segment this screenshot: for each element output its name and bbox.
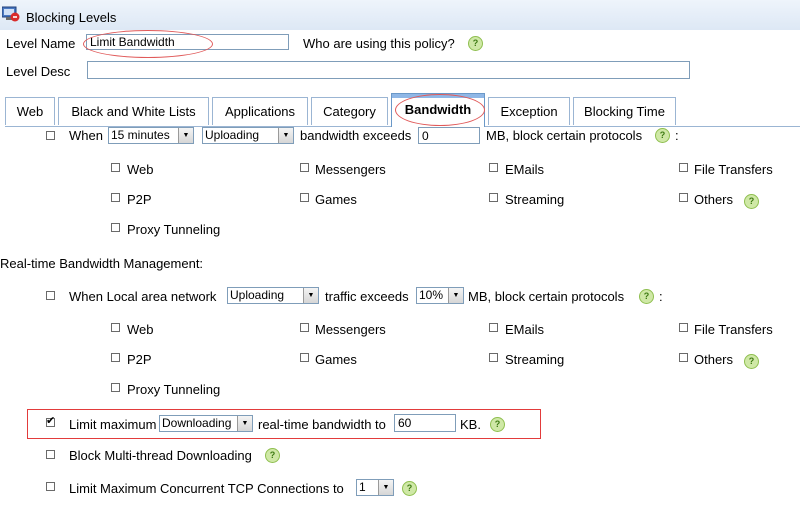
limit-maximum-label: Limit maximum (69, 417, 157, 432)
tcp-connections-select[interactable]: 1 ▼ (356, 479, 394, 496)
protocol-messengers-label: Messengers (315, 162, 386, 177)
kb-unit-label: KB. (460, 417, 481, 432)
rt-protocol-web-label: Web (127, 322, 154, 337)
who-using-label: Who are using this policy? (303, 36, 455, 51)
total-amount-input[interactable] (418, 127, 480, 144)
realtime-direction-value: Uploading (230, 288, 285, 302)
highlight-oval-bandwidth-tab (395, 94, 485, 126)
help-icon[interactable]: ? (744, 354, 759, 369)
dropdown-arrow-icon: ▼ (178, 128, 193, 143)
rt-protocol-p2p-label: P2P (127, 352, 152, 367)
period-select[interactable]: 15 minutes ▼ (108, 127, 194, 144)
traffic-exceeds-label: traffic exceeds (325, 289, 409, 304)
tab-exception[interactable]: Exception (488, 97, 570, 125)
checkbox-messengers[interactable] (300, 163, 309, 172)
realtime-direction-select[interactable]: Uploading ▼ (227, 287, 319, 304)
protocol-emails-label: EMails (505, 162, 545, 177)
realtime-checkbox[interactable] (46, 291, 55, 300)
limit-tcp-label: Limit Maximum Concurrent TCP Connections… (69, 481, 344, 496)
rt-protocol-emails-label: EMails (505, 322, 545, 337)
protocol-p2p-label: P2P (127, 192, 152, 207)
dropdown-arrow-icon: ▼ (278, 128, 293, 143)
dropdown-arrow-icon: ▼ (378, 480, 393, 495)
rt-checkbox-proxy-tunneling[interactable] (111, 383, 120, 392)
protocol-streaming-label: Streaming (505, 192, 565, 207)
realtime-bandwidth-to-label: real-time bandwidth to (258, 417, 386, 432)
colon-label: : (659, 289, 663, 304)
app-icon (2, 6, 20, 22)
help-icon[interactable]: ? (265, 448, 280, 463)
dropdown-arrow-icon: ▼ (237, 416, 252, 431)
rt-checkbox-emails[interactable] (489, 323, 498, 332)
highlight-oval-level-name (83, 30, 213, 58)
checkbox-others[interactable] (679, 193, 688, 202)
tab-category[interactable]: Category (311, 97, 388, 125)
level-desc-label: Level Desc (6, 64, 71, 79)
rt-checkbox-messengers[interactable] (300, 323, 309, 332)
protocol-file-transfers-label: File Transfers (694, 162, 773, 177)
total-suffix-label: MB, block certain protocols (486, 128, 643, 143)
total-bandwidth-checkbox[interactable] (46, 131, 55, 140)
help-icon[interactable]: ? (744, 194, 759, 209)
protocol-others-label: Others (694, 192, 734, 207)
rt-protocol-streaming-label: Streaming (505, 352, 565, 367)
dropdown-arrow-icon: ▼ (303, 288, 318, 303)
help-icon[interactable]: ? (490, 417, 505, 432)
total-direction-select[interactable]: Uploading ▼ (202, 127, 294, 144)
rt-checkbox-file-transfers[interactable] (679, 323, 688, 332)
limit-direction-value: Downloading (162, 416, 232, 430)
realtime-percent-select[interactable]: 10% ▼ (416, 287, 464, 304)
rt-checkbox-web[interactable] (111, 323, 120, 332)
tcp-connections-value: 1 (359, 480, 366, 494)
block-multithread-label: Block Multi-thread Downloading (69, 448, 252, 463)
limit-tcp-checkbox[interactable] (46, 482, 55, 491)
bandwidth-exceeds-label: bandwidth exceeds (300, 128, 412, 143)
rt-checkbox-streaming[interactable] (489, 353, 498, 362)
checkbox-streaming[interactable] (489, 193, 498, 202)
help-icon[interactable]: ? (402, 481, 417, 496)
realtime-section-label: Real-time Bandwidth Management: (0, 256, 204, 271)
colon-label: : (675, 128, 679, 143)
rt-protocol-games-label: Games (315, 352, 357, 367)
title-bar (0, 0, 800, 30)
checkbox-games[interactable] (300, 193, 309, 202)
help-icon[interactable]: ? (639, 289, 654, 304)
rt-checkbox-others[interactable] (679, 353, 688, 362)
rt-protocol-proxy-tunneling-label: Proxy Tunneling (127, 382, 221, 397)
checkbox-emails[interactable] (489, 163, 498, 172)
tab-black-white-lists[interactable]: Black and White Lists (58, 97, 209, 125)
realtime-when-label: When Local area network (69, 289, 217, 304)
rt-checkbox-p2p[interactable] (111, 353, 120, 362)
protocol-web-label: Web (127, 162, 154, 177)
checkbox-web[interactable] (111, 163, 120, 172)
help-icon[interactable]: ? (468, 36, 483, 51)
rt-protocol-others-label: Others (694, 352, 734, 367)
checkbox-file-transfers[interactable] (679, 163, 688, 172)
help-icon[interactable]: ? (655, 128, 670, 143)
dropdown-arrow-icon: ▼ (448, 288, 463, 303)
rt-protocol-file-transfers-label: File Transfers (694, 322, 773, 337)
total-direction-value: Uploading (205, 128, 260, 142)
checkbox-proxy-tunneling[interactable] (111, 223, 120, 232)
realtime-suffix-label: MB, block certain protocols (468, 289, 625, 304)
tab-applications[interactable]: Applications (212, 97, 308, 125)
when-label: When (69, 128, 103, 143)
tab-blocking-time[interactable]: Blocking Time (573, 97, 676, 125)
block-multithread-checkbox[interactable] (46, 450, 55, 459)
limit-value-input[interactable] (394, 414, 456, 432)
rt-checkbox-games[interactable] (300, 353, 309, 362)
protocol-games-label: Games (315, 192, 357, 207)
tab-web[interactable]: Web (5, 97, 55, 125)
checkbox-p2p[interactable] (111, 193, 120, 202)
period-value: 15 minutes (111, 128, 170, 142)
level-desc-input[interactable] (87, 61, 690, 79)
realtime-percent-value: 10% (419, 288, 444, 302)
limit-maximum-checkbox[interactable] (46, 414, 55, 427)
window-title: Blocking Levels (26, 10, 117, 25)
level-name-label: Level Name (6, 36, 76, 51)
protocol-proxy-tunneling-label: Proxy Tunneling (127, 222, 221, 237)
limit-direction-select[interactable]: Downloading ▼ (159, 415, 253, 432)
rt-protocol-messengers-label: Messengers (315, 322, 386, 337)
